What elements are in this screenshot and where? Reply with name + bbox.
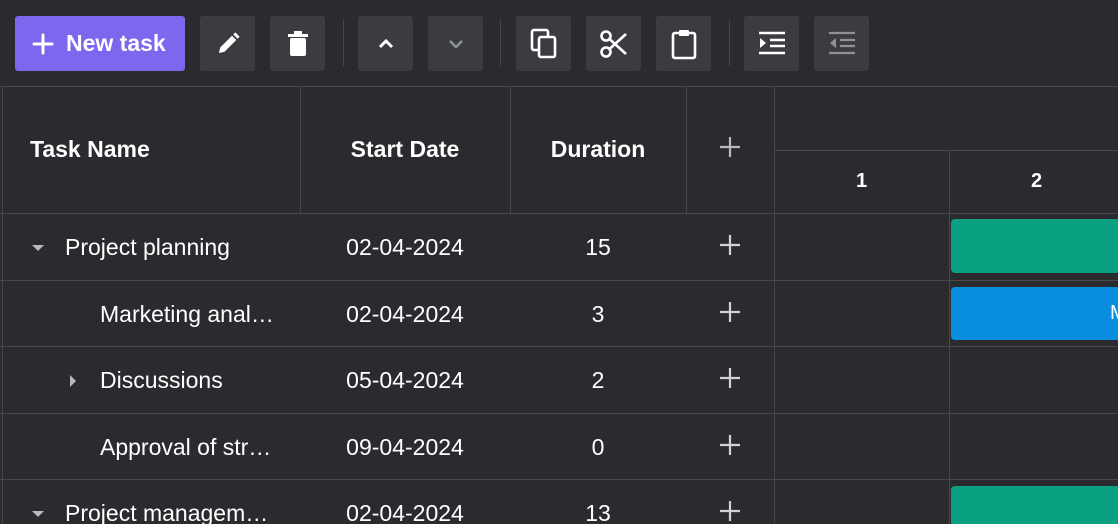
add-subtask-button[interactable]	[686, 281, 774, 348]
gantt-bar-label: M	[1110, 287, 1118, 340]
new-task-button[interactable]: New task	[15, 16, 185, 71]
copy-button[interactable]	[516, 16, 571, 71]
timeline-scale-cell: 2	[1030, 170, 1043, 192]
start-date-cell: 09-04-2024	[346, 434, 464, 460]
cut-button[interactable]	[586, 16, 641, 71]
scissors-icon	[599, 29, 629, 59]
pencil-icon	[214, 30, 242, 58]
duration-cell: 0	[591, 434, 605, 460]
plus-icon	[718, 135, 742, 165]
column-header-duration[interactable]: Duration	[510, 86, 686, 213]
duration-cell: 2	[591, 367, 605, 393]
toolbar-separator	[500, 20, 501, 66]
table-row[interactable]: Project managem… 02-04-2024 13	[0, 480, 1118, 524]
move-down-button[interactable]	[428, 16, 483, 71]
add-column-button[interactable]	[686, 86, 774, 213]
task-name-cell: Approval of str…	[100, 434, 272, 460]
gantt-bar-project[interactable]	[951, 486, 1118, 524]
task-name-cell: Discussions	[100, 367, 223, 393]
edit-button[interactable]	[200, 16, 255, 71]
table-row[interactable]: Discussions 05-04-2024 2	[0, 347, 1118, 414]
caret-right-icon[interactable]	[66, 347, 80, 414]
paste-button[interactable]	[656, 16, 711, 71]
trash-icon	[285, 30, 311, 58]
plus-icon	[719, 500, 741, 524]
task-name-cell: Project planning	[65, 234, 230, 260]
delete-button[interactable]	[270, 16, 325, 71]
timeline-scale-cell: 1	[855, 170, 868, 192]
start-date-cell: 02-04-2024	[346, 234, 464, 260]
plus-icon	[719, 234, 741, 262]
start-date-cell: 02-04-2024	[346, 500, 464, 524]
duration-cell: 3	[591, 301, 605, 327]
plus-icon	[719, 367, 741, 395]
column-header-task-name[interactable]: Task Name	[30, 86, 300, 213]
column-header-start-date[interactable]: Start Date	[300, 86, 510, 213]
task-name-cell: Marketing anal…	[100, 301, 274, 327]
gantt-bar-task[interactable]	[951, 287, 1118, 340]
indent-icon	[757, 30, 787, 58]
gantt-bar-project[interactable]	[951, 219, 1118, 273]
plus-icon	[32, 33, 54, 55]
chevron-down-icon	[445, 33, 467, 55]
table-row[interactable]: Marketing anal… 02-04-2024 3 M	[0, 281, 1118, 348]
start-date-cell: 02-04-2024	[346, 301, 464, 327]
start-date-cell: 05-04-2024	[346, 367, 464, 393]
task-name-cell: Project managem…	[65, 500, 269, 524]
table-row[interactable]: Approval of str… 09-04-2024 0	[0, 414, 1118, 481]
move-up-button[interactable]	[358, 16, 413, 71]
add-subtask-button[interactable]	[686, 347, 774, 414]
caret-down-icon[interactable]	[30, 480, 46, 524]
outdent-button[interactable]	[814, 16, 869, 71]
duration-cell: 15	[585, 234, 611, 260]
add-subtask-button[interactable]	[686, 480, 774, 524]
plus-icon	[719, 434, 741, 462]
indent-button[interactable]	[744, 16, 799, 71]
toolbar-separator	[343, 20, 344, 66]
gantt-chart: Task Name Start Date Duration 1 2 Projec…	[0, 86, 1118, 524]
toolbar: New task	[0, 0, 1118, 86]
outdent-icon	[827, 30, 857, 58]
clipboard-icon	[670, 28, 698, 60]
new-task-label: New task	[66, 30, 166, 56]
add-subtask-button[interactable]	[686, 414, 774, 481]
chevron-up-icon	[375, 33, 397, 55]
caret-down-icon[interactable]	[30, 214, 46, 281]
plus-icon	[719, 301, 741, 329]
duration-cell: 13	[585, 500, 611, 524]
toolbar-separator	[729, 20, 730, 66]
add-subtask-button[interactable]	[686, 214, 774, 281]
table-row[interactable]: Project planning 02-04-2024 15	[0, 214, 1118, 281]
copy-icon	[529, 28, 559, 60]
